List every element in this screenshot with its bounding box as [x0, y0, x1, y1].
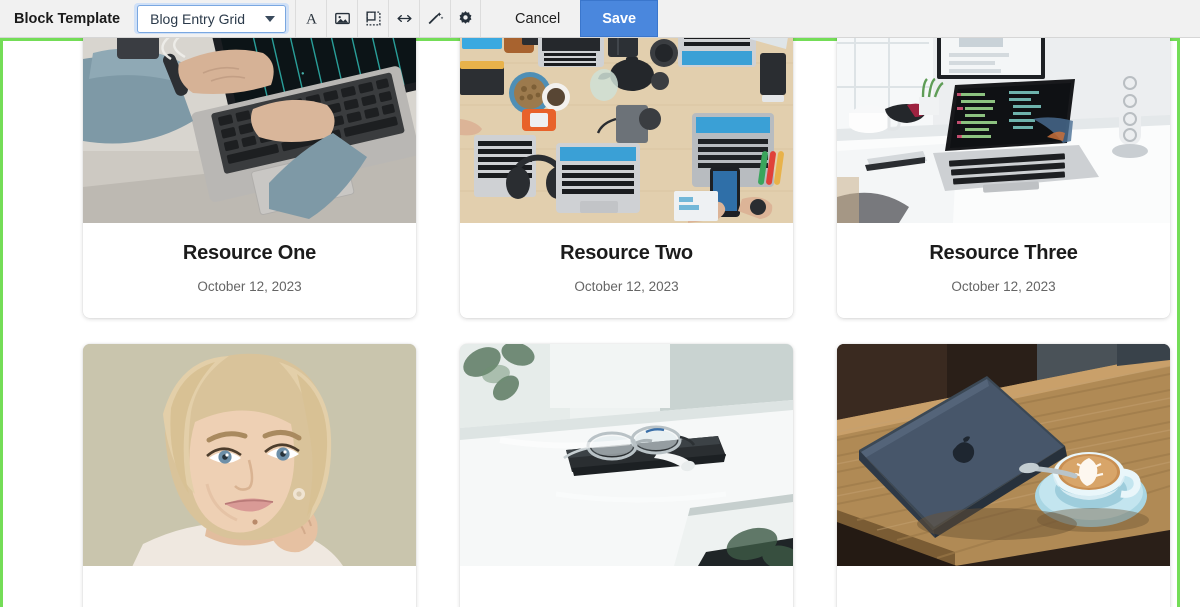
card-body [83, 566, 416, 607]
card-title: Resource One [182, 242, 317, 264]
block-canvas: Resource One October 12, 2023 Resource T… [0, 38, 1200, 607]
image-icon [334, 10, 351, 27]
selected-block-outline[interactable]: Resource One October 12, 2023 Resource T… [0, 38, 1180, 607]
blog-entry-grid: Resource One October 12, 2023 Resource T… [83, 38, 1173, 607]
toolbar-icon-group: A [295, 0, 482, 37]
crop-frame-icon [365, 10, 382, 27]
crop-frame-icon-button[interactable] [357, 0, 389, 37]
magic-wand-icon [427, 10, 444, 27]
macbook-and-cappuccino-on-wood-table-photo [837, 344, 1170, 566]
resize-width-icon [396, 10, 413, 27]
card-body: Resource One October 12, 2023 [83, 223, 416, 318]
card[interactable]: Resource One October 12, 2023 [83, 38, 416, 318]
card[interactable] [83, 344, 416, 607]
card[interactable]: Resource Three October 12, 2023 [837, 38, 1170, 318]
cancel-button[interactable]: Cancel [495, 0, 581, 37]
magic-wand-icon-button[interactable] [419, 0, 451, 37]
save-button[interactable]: Save [580, 0, 659, 37]
card-body [460, 566, 793, 607]
overhead-desk-with-laptops-photo [460, 38, 793, 223]
card[interactable] [837, 344, 1170, 607]
text-format-icon: A [303, 10, 320, 27]
card-title: Resource Two [560, 242, 693, 264]
card[interactable]: Resource Two October 12, 2023 [460, 38, 793, 318]
card-body [837, 566, 1170, 607]
card-body: Resource Three October 12, 2023 [837, 223, 1170, 318]
resize-width-icon-button[interactable] [388, 0, 420, 37]
card-body: Resource Two October 12, 2023 [460, 223, 793, 318]
template-select-focus-ring: Blog Entry Grid [134, 3, 290, 34]
template-select[interactable]: Blog Entry Grid [137, 4, 287, 33]
card-date: October 12, 2023 [951, 279, 1056, 294]
card-title: Resource Three [929, 242, 1078, 264]
card-date: October 12, 2023 [197, 279, 302, 294]
editor-toolbar: Block Template Blog Entry Grid A Cancel … [0, 0, 1200, 38]
image-icon-button[interactable] [326, 0, 358, 37]
card-date: October 12, 2023 [574, 279, 679, 294]
settings-gear-icon [457, 10, 474, 27]
glasses-on-tablet-photo [460, 344, 793, 566]
laptop-with-code-on-white-desk-photo [837, 38, 1170, 223]
svg-text:A: A [306, 11, 317, 27]
template-select-value: Blog Entry Grid [150, 10, 246, 27]
settings-gear-icon-button[interactable] [450, 0, 482, 37]
card[interactable] [460, 344, 793, 607]
text-format-icon-button[interactable]: A [295, 0, 327, 37]
chevron-down-icon [265, 15, 276, 22]
block-template-label: Block Template [0, 0, 135, 37]
hands-typing-on-laptop-photo [83, 38, 416, 223]
portrait-of-blonde-woman-photo [83, 344, 416, 566]
